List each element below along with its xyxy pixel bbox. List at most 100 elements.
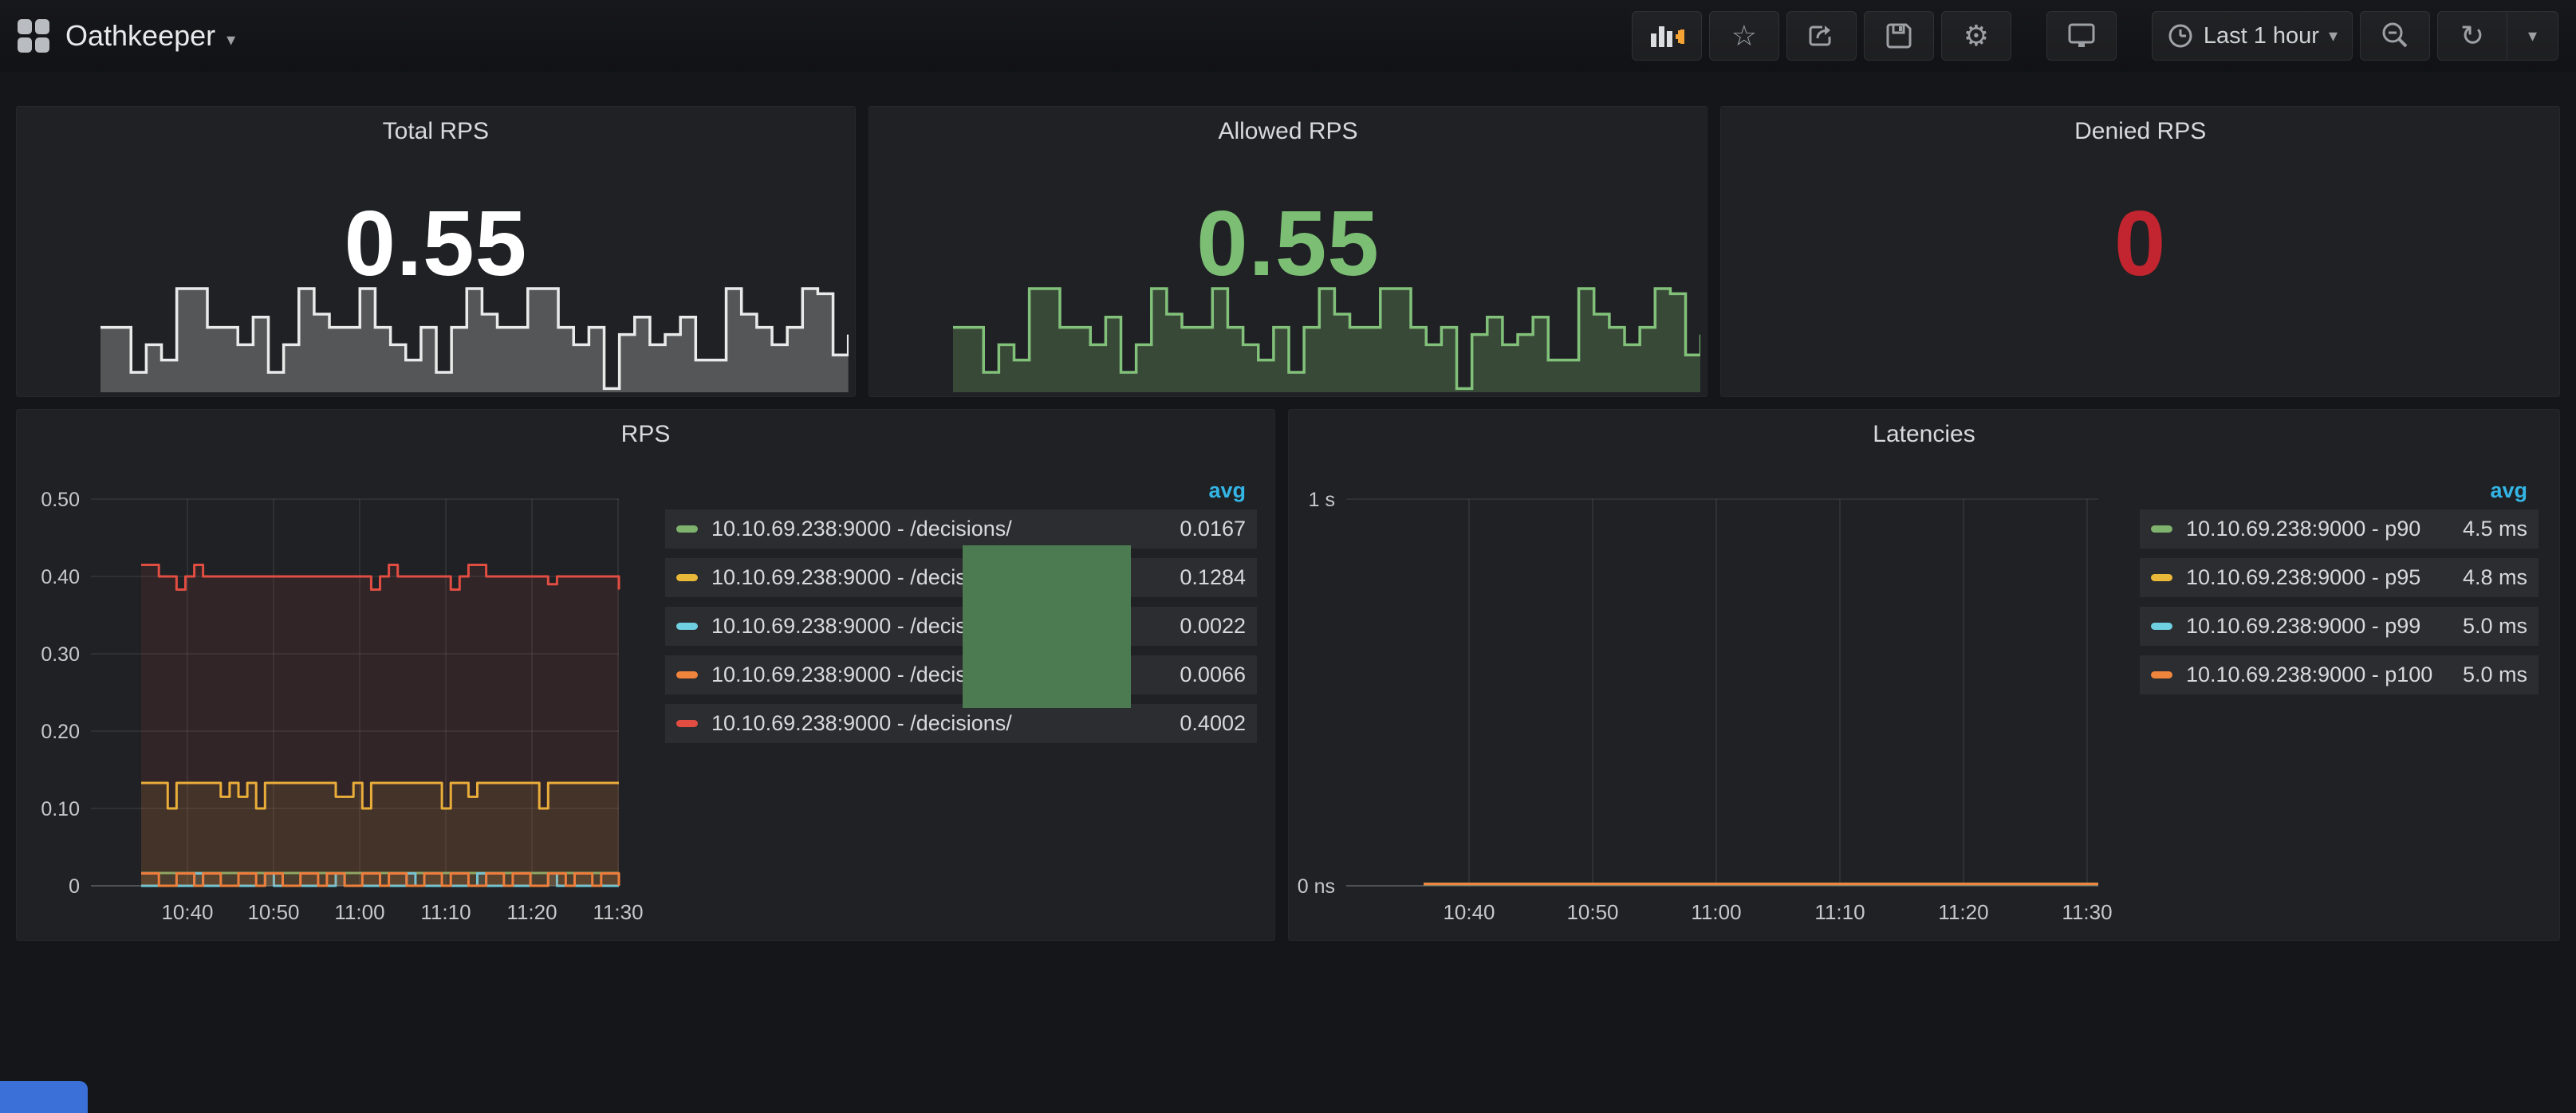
- x-axis-tick-label: 10:50: [247, 900, 299, 924]
- x-axis-tick-label: 10:40: [161, 900, 213, 924]
- x-axis-tick-label: 11:10: [420, 900, 471, 924]
- grafana-dashboard-grid-logo[interactable]: [18, 19, 49, 53]
- graph-panels-row: RPS 0 0.10 0.20 0.30 0.40 0.50 10:40 10:50 11:00…: [16, 409, 2560, 941]
- share-dashboard-button[interactable]: [1786, 11, 1857, 61]
- legend-series-row[interactable]: 10.10.69.238:9000 - /decisions/0.1284: [665, 558, 1257, 597]
- series-avg-value: 4.5 ms: [2463, 517, 2527, 541]
- panel-title[interactable]: Total RPS: [17, 118, 855, 145]
- time-range-label: Last 1 hour: [2204, 23, 2319, 49]
- logo-square: [35, 19, 49, 34]
- bottom-left-blue-accent[interactable]: [0, 1081, 88, 1113]
- logo-square: [35, 37, 49, 53]
- y-axis-tick-label: 0.20: [41, 721, 80, 743]
- y-axis-tick-label: 1 s: [1309, 489, 1335, 511]
- series-avg-value: 0.1284: [1180, 565, 1246, 590]
- allowed-rps-sparkline: [953, 285, 1701, 392]
- refresh-dashboard-button[interactable]: ↻: [2437, 11, 2507, 61]
- green-overlay-box: [963, 545, 1131, 708]
- star-dashboard-button[interactable]: ☆: [1709, 11, 1779, 61]
- series-color-swatch: [2151, 623, 2172, 630]
- legend-series-row[interactable]: 10.10.69.238:9000 - p904.5 ms: [2140, 509, 2539, 549]
- x-axis-tick-label: 11:30: [593, 900, 643, 924]
- legend-series-row[interactable]: 10.10.69.238:9000 - /decisions/0.4002: [665, 704, 1257, 743]
- zoom-out-time-button[interactable]: [2360, 11, 2430, 61]
- panel-title[interactable]: RPS: [17, 421, 1274, 448]
- y-axis-tick-label: 0.50: [41, 489, 80, 511]
- series-avg-value: 5.0 ms: [2463, 614, 2527, 639]
- save-icon: [1885, 22, 1913, 50]
- x-axis-tick-label: 11:00: [334, 900, 384, 924]
- chevron-down-icon: ▾: [226, 29, 235, 50]
- stat-value: 0.55: [17, 190, 855, 297]
- stat-panels-row: Total RPS 0.55 Allowed RPS 0.55 Denied R…: [16, 106, 2560, 397]
- series-avg-value: 5.0 ms: [2463, 663, 2527, 687]
- cycle-view-mode-button[interactable]: [2046, 11, 2117, 61]
- legend-series-row[interactable]: 10.10.69.238:9000 - p995.0 ms: [2140, 607, 2539, 646]
- x-axis-tick-label: 11:10: [1814, 900, 1865, 924]
- x-axis-tick-label: 10:50: [1566, 900, 1618, 924]
- series-color-swatch: [2151, 525, 2172, 533]
- zoom-out-icon: [2380, 21, 2410, 51]
- y-axis-tick-label: 0: [69, 875, 80, 898]
- share-icon: [1806, 21, 1837, 51]
- series-color-swatch: [676, 525, 698, 533]
- series-name: 10.10.69.238:9000 - p95: [2186, 565, 2463, 590]
- y-axis-tick-label: 0.40: [41, 566, 80, 588]
- series-name: 10.10.69.238:9000 - p100: [2186, 663, 2463, 687]
- panel-title[interactable]: Latencies: [1289, 421, 2559, 448]
- logo-square: [18, 37, 32, 53]
- time-range-picker[interactable]: Last 1 hour ▾: [2152, 11, 2353, 61]
- latencies-plot-area[interactable]: 0 ns 1 s 10:40 10:50 11:00 11:10 11:20 11:30: [1295, 447, 2133, 942]
- y-axis-tick-label: 0.30: [41, 643, 80, 666]
- latencies-legend: avg10.10.69.238:9000 - p904.5 ms10.10.69…: [2140, 478, 2539, 704]
- x-axis-tick-label: 11:20: [506, 900, 557, 924]
- legend-series-row[interactable]: 10.10.69.238:9000 - p954.8 ms: [2140, 558, 2539, 597]
- chevron-down-icon: ▾: [2528, 26, 2537, 46]
- series-color-swatch: [2151, 671, 2172, 678]
- add-panel-button[interactable]: [1632, 11, 1702, 61]
- legend-avg-header: avg: [2140, 478, 2539, 509]
- save-dashboard-button[interactable]: [1864, 11, 1934, 61]
- stat-value: 0: [1721, 190, 2559, 297]
- x-axis-tick-label: 11:30: [2062, 900, 2112, 924]
- legend-series-row[interactable]: 10.10.69.238:9000 - p1005.0 ms: [2140, 655, 2539, 694]
- x-axis-tick-label: 11:20: [1938, 900, 1988, 924]
- total-rps-sparkline: [100, 285, 849, 392]
- series-avg-value: 4.8 ms: [2463, 565, 2527, 590]
- panel-allowed-rps: Allowed RPS 0.55: [869, 106, 1708, 397]
- panel-denied-rps: Denied RPS 0: [1720, 106, 2560, 397]
- refresh-icon: ↻: [2460, 22, 2484, 50]
- x-axis-tick-label: 11:00: [1691, 900, 1741, 924]
- series-color-swatch: [676, 574, 698, 581]
- panel-title[interactable]: Denied RPS: [1721, 118, 2559, 145]
- series-color-swatch: [676, 720, 698, 727]
- dashboard-settings-button[interactable]: ⚙: [1941, 11, 2011, 61]
- refresh-button-group: ↻ ▾: [2437, 11, 2558, 61]
- star-icon: ☆: [1731, 22, 1757, 50]
- clock-icon: [2167, 22, 2194, 49]
- panel-title[interactable]: Allowed RPS: [869, 118, 1707, 145]
- series-color-swatch: [2151, 574, 2172, 581]
- gear-icon: ⚙: [1964, 22, 1989, 50]
- series-avg-value: 0.0066: [1180, 663, 1246, 687]
- dashboard-title-dropdown[interactable]: Oathkeeper ▾: [65, 19, 235, 53]
- y-axis-tick-label: 0 ns: [1298, 875, 1335, 898]
- legend-series-row[interactable]: 10.10.69.238:9000 - /decisions/0.0022: [665, 607, 1257, 646]
- refresh-interval-dropdown[interactable]: ▾: [2507, 11, 2558, 61]
- y-axis-tick-label: 0.10: [41, 798, 80, 820]
- legend-series-row[interactable]: 10.10.69.238:9000 - /decisions/0.0167: [665, 509, 1257, 549]
- panel-latencies-graph: Latencies 0 ns 1 s 10:40 10:50 11:00 11:10 11:…: [1288, 409, 2560, 941]
- series-color-swatch: [676, 671, 698, 678]
- logo-square: [18, 19, 32, 34]
- x-axis-tick-label: 10:40: [1443, 900, 1495, 924]
- series-name: 10.10.69.238:9000 - /decisions/: [711, 517, 1180, 541]
- series-color-swatch: [676, 623, 698, 630]
- series-name: 10.10.69.238:9000 - p90: [2186, 517, 2463, 541]
- legend-avg-header: avg: [665, 478, 1257, 509]
- legend-series-row[interactable]: 10.10.69.238:9000 - /decisions/0.0066: [665, 655, 1257, 694]
- monitor-icon: [2066, 21, 2097, 51]
- stat-value: 0.55: [869, 190, 1707, 297]
- panel-total-rps: Total RPS 0.55: [16, 106, 856, 397]
- add-panel-icon: [1649, 20, 1684, 52]
- series-avg-value: 0.0022: [1180, 614, 1246, 639]
